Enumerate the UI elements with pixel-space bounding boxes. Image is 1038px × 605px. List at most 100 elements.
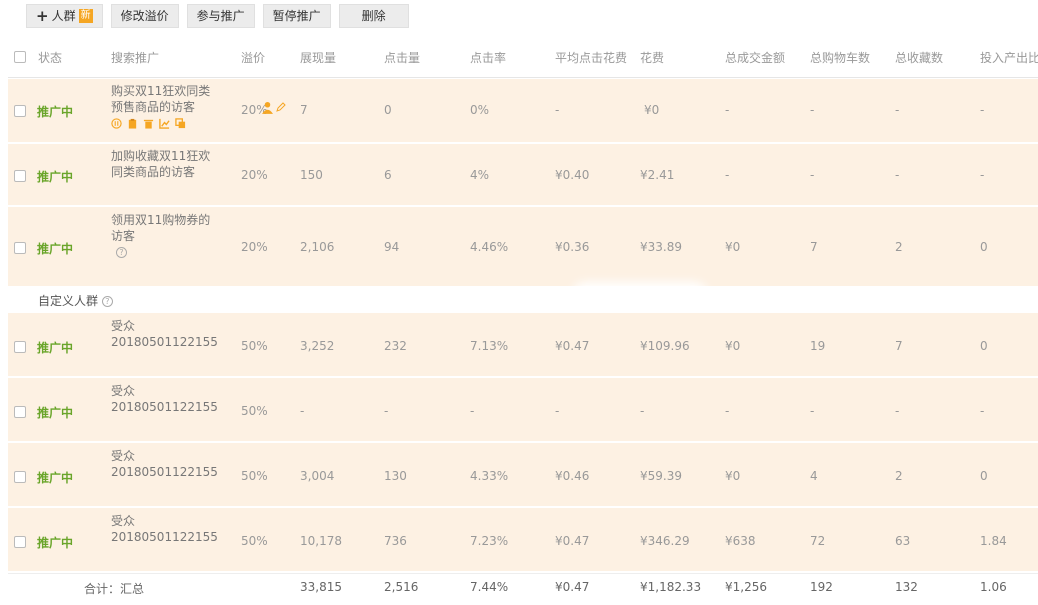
row-checkbox[interactable] xyxy=(14,105,26,117)
total-label: 合计：汇总 xyxy=(84,582,145,596)
col-clicks[interactable]: 点击量 xyxy=(384,49,420,66)
clicks-value: 736 xyxy=(384,534,407,548)
gmv-value: ¥0 xyxy=(725,469,741,483)
premium-value: 50% xyxy=(241,534,268,548)
custom-audience-section: 自定义人群 ? xyxy=(8,287,1038,312)
total-carts: 192 xyxy=(810,580,833,594)
favs-value: - xyxy=(895,404,900,418)
plus-icon: + xyxy=(36,6,49,25)
col-avg-cpc[interactable]: 平均点击花费 xyxy=(555,49,627,66)
impressions-value: 150 xyxy=(300,168,323,182)
help-icon[interactable]: ? xyxy=(116,247,127,258)
clicks-value: - xyxy=(384,404,389,418)
table-row[interactable]: 推广中 受众20180501122155 50% 3,004 130 4.33%… xyxy=(8,443,1038,507)
cost-value: ¥59.39 xyxy=(640,469,682,483)
carts-value: 7 xyxy=(810,240,818,254)
gmv-value: - xyxy=(725,404,730,418)
pause-promotion-button[interactable]: 暂停推广 xyxy=(262,4,331,28)
clicks-value: 6 xyxy=(384,168,392,182)
row-checkbox[interactable] xyxy=(14,536,26,548)
avg-cpc-value: - xyxy=(555,103,560,117)
clicks-value: 0 xyxy=(384,103,392,117)
row-actions xyxy=(111,118,221,129)
row-checkbox[interactable] xyxy=(14,341,26,353)
col-impressions[interactable]: 展现量 xyxy=(300,49,336,66)
section-label-text: 自定义人群 xyxy=(38,294,99,308)
avg-cpc-value: ¥0.47 xyxy=(555,534,590,548)
carts-value: 4 xyxy=(810,469,818,483)
edit-icon[interactable] xyxy=(276,102,286,112)
row-checkbox[interactable] xyxy=(14,406,26,418)
edit-premium-button[interactable]: 修改溢价 xyxy=(110,4,179,28)
cost-value: ¥33.89 xyxy=(640,240,682,254)
cost-value: ¥2.41 xyxy=(640,168,675,182)
join-promotion-button[interactable]: 参与推广 xyxy=(186,4,255,28)
impressions-value: 2,106 xyxy=(300,240,335,254)
line-chart-icon[interactable] xyxy=(159,118,170,129)
col-carts[interactable]: 总购物车数 xyxy=(810,49,870,66)
col-status[interactable]: 状态 xyxy=(38,49,62,66)
clipboard-icon[interactable] xyxy=(127,118,138,129)
user-icon[interactable] xyxy=(262,101,273,114)
section-label: 自定义人群 ? xyxy=(38,292,113,309)
total-ctr: 7.44% xyxy=(470,580,509,594)
table-row[interactable]: 推广中 领用双11购物券的访客 ? 20% 2,106 94 4.46% ¥0.… xyxy=(8,207,1038,287)
table-row[interactable]: 推广中 受众20180501122155 50% - - - - - - - -… xyxy=(8,378,1038,442)
table-row[interactable]: 推广中 购买双11狂欢同类预售商品的访客 20% 7 0 0% - ¥0 - -… xyxy=(8,79,1038,143)
total-clicks: 2,516 xyxy=(384,580,419,594)
col-ctr[interactable]: 点击率 xyxy=(470,49,506,66)
col-roi[interactable]: 投入产出比 xyxy=(980,49,1038,66)
row-checkbox[interactable] xyxy=(14,471,26,483)
copy-icon[interactable] xyxy=(175,118,186,129)
col-cost[interactable]: 花费 xyxy=(640,49,664,66)
col-premium[interactable]: 溢价 xyxy=(241,49,265,66)
row-checkbox[interactable] xyxy=(14,170,26,182)
ctr-value: 0% xyxy=(470,103,490,117)
total-cost: ¥1,182.33 xyxy=(640,580,702,594)
roi-value: 1.84 xyxy=(980,534,1007,548)
trash-icon[interactable] xyxy=(143,118,154,129)
status-text: 推广中 xyxy=(37,242,74,256)
roi-value: - xyxy=(980,168,985,182)
status-text: 推广中 xyxy=(37,406,74,420)
ctr-value: 4.33% xyxy=(470,469,509,483)
cost-value: ¥346.29 xyxy=(640,534,690,548)
add-audience-button[interactable]: + 人群 新 xyxy=(26,4,103,28)
table-row[interactable]: 推广中 受众20180501122155 50% 3,252 232 7.13%… xyxy=(8,313,1038,377)
total-gmv: ¥1,256 xyxy=(725,580,767,594)
audience-cell: 购买双11狂欢同类预售商品的访客 xyxy=(111,83,221,129)
help-icon[interactable]: ? xyxy=(101,296,113,307)
avg-cpc-value: ¥0.47 xyxy=(555,339,590,353)
favs-value: - xyxy=(895,168,900,182)
toolbar: + 人群 新 修改溢价 参与推广 暂停推广 删除 xyxy=(26,4,409,28)
roi-value: 0 xyxy=(980,469,988,483)
pause-icon[interactable] xyxy=(111,118,122,129)
table-row[interactable]: 推广中 加购收藏双11狂欢同类商品的访客 20% 150 6 4% ¥0.40 … xyxy=(8,144,1038,206)
col-favs[interactable]: 总收藏数 xyxy=(895,49,943,66)
impressions-value: 3,004 xyxy=(300,469,335,483)
carts-value: - xyxy=(810,103,815,117)
carts-value: - xyxy=(810,168,815,182)
premium-value: 50% xyxy=(241,469,268,483)
cost-value: ¥0 xyxy=(644,103,660,117)
carts-value: 19 xyxy=(810,339,826,353)
total-impressions: 33,815 xyxy=(300,580,342,594)
total-roi: 1.06 xyxy=(980,580,1007,594)
gmv-value: ¥0 xyxy=(725,339,741,353)
col-gmv[interactable]: 总成交金额 xyxy=(725,49,785,66)
status-text: 推广中 xyxy=(37,170,74,184)
status-text: 推广中 xyxy=(37,341,74,355)
select-all-checkbox[interactable] xyxy=(14,51,26,63)
roi-value: 0 xyxy=(980,339,988,353)
ctr-value: 4.46% xyxy=(470,240,509,254)
ctr-value: 4% xyxy=(470,168,490,182)
table-row[interactable]: 推广中 受众20180501122155 50% 10,178 736 7.23… xyxy=(8,508,1038,572)
audience-name: 受众20180501122155 xyxy=(111,449,218,479)
blur-overlay xyxy=(578,288,702,310)
col-search-promo[interactable]: 搜索推广 xyxy=(111,49,159,66)
gmv-value: ¥0 xyxy=(725,240,741,254)
delete-button[interactable]: 删除 xyxy=(338,4,409,28)
gmv-value: - xyxy=(725,103,730,117)
favs-value: 2 xyxy=(895,469,903,483)
row-checkbox[interactable] xyxy=(14,242,26,254)
